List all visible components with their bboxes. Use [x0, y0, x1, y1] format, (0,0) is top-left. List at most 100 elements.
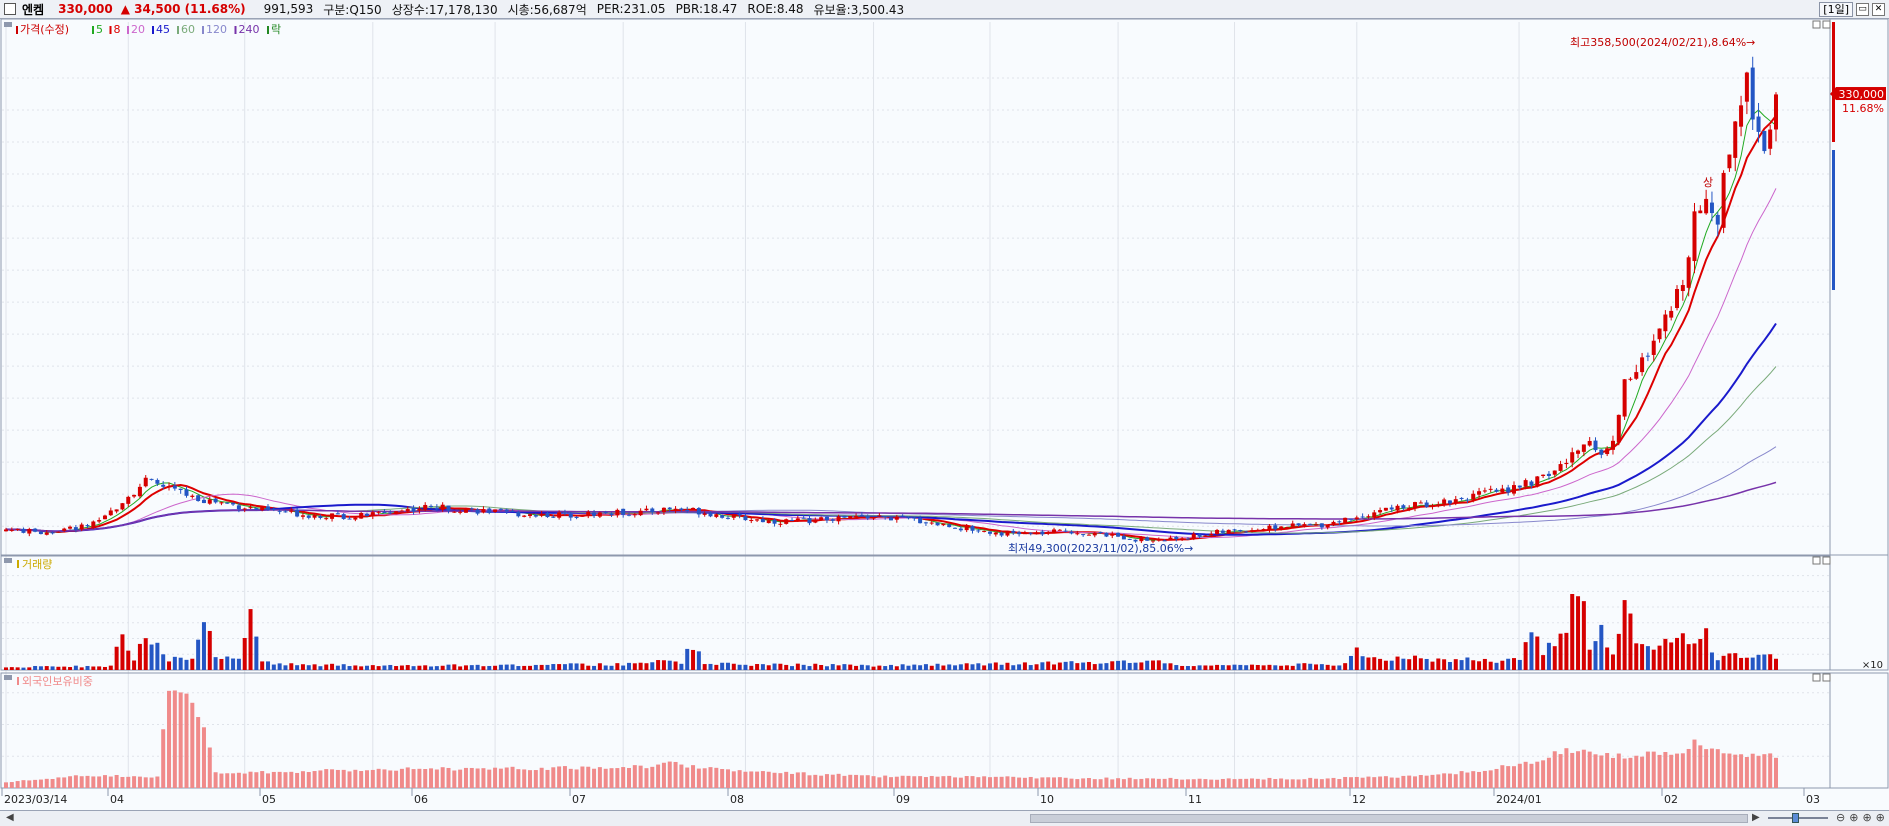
- x-axis-label: 08: [730, 793, 744, 806]
- foreign-ratio-bar: [883, 775, 888, 788]
- volume-bar: [539, 664, 544, 670]
- candle-body: [1185, 538, 1190, 540]
- scroll-right-icon[interactable]: ▶: [1752, 812, 1760, 823]
- volume-bar: [91, 666, 96, 670]
- candle-body: [1628, 378, 1633, 380]
- foreign-ratio-bar: [44, 778, 49, 788]
- stock-name: 엔켐: [22, 2, 45, 17]
- foreign-ratio-bar: [982, 776, 987, 788]
- zoom-knob[interactable]: [1792, 813, 1799, 823]
- foreign-ratio-bar: [1302, 779, 1307, 788]
- volume-bar: [335, 665, 340, 670]
- foreign-ratio-bar: [1110, 779, 1115, 788]
- volume-bar: [1500, 660, 1505, 670]
- zoom-slider[interactable]: [1768, 813, 1830, 823]
- foreign-ratio-bar: [737, 770, 742, 788]
- zoom-out-icon[interactable]: ⊖: [1836, 811, 1845, 824]
- candle-body: [306, 515, 311, 518]
- volume-bar: [1378, 658, 1383, 670]
- volume-bar: [755, 664, 760, 670]
- volume-bar: [1692, 643, 1697, 670]
- legend-swatch: [16, 26, 18, 34]
- legend-swatch: [267, 26, 269, 34]
- volume-bar: [1634, 643, 1639, 670]
- volume-bar: [568, 663, 573, 670]
- candle-body: [1587, 440, 1592, 446]
- candle-body: [399, 510, 404, 512]
- zoom-reset-icon[interactable]: ⊕: [1876, 811, 1885, 824]
- foreign-ratio-bar: [417, 768, 422, 788]
- candle-body: [1401, 505, 1406, 509]
- volume-bar: [73, 665, 78, 670]
- foreign-ratio-bar: [1319, 779, 1324, 788]
- volume-bar: [1168, 663, 1173, 670]
- candle-body: [859, 515, 864, 517]
- candle-body: [766, 520, 771, 524]
- foreign-ratio-bar: [580, 766, 585, 788]
- volume-bar: [1389, 660, 1394, 670]
- volume-bar: [987, 663, 992, 670]
- header-checkbox[interactable]: [4, 3, 16, 15]
- volume-bar: [1715, 660, 1720, 670]
- volume-bar: [714, 664, 719, 670]
- volume-bar: [1360, 656, 1365, 670]
- foreign-ratio-bar: [97, 776, 102, 788]
- pane-maximize-icon: [1812, 673, 1821, 682]
- volume-bar: [941, 665, 946, 670]
- zoom-fit-icon[interactable]: ⊕: [1862, 811, 1871, 824]
- candle-body: [1017, 532, 1022, 535]
- foreign-ratio-bar: [324, 769, 329, 788]
- volume-bar: [1680, 633, 1685, 670]
- candle-body: [1605, 448, 1610, 455]
- candle-body: [1063, 530, 1068, 532]
- pbr-value: PBR:18.47: [675, 2, 738, 16]
- foreign-ratio-bar: [1360, 777, 1365, 788]
- foreign-ratio-bar: [1564, 748, 1569, 788]
- foreign-ratio-bar: [1401, 775, 1406, 788]
- foreign-ratio-bar: [1121, 779, 1126, 788]
- foreign-ratio-bar: [429, 768, 434, 788]
- foreign-ratio-bar: [1686, 748, 1691, 788]
- scroll-thumb[interactable]: [1030, 814, 1748, 823]
- volume-bar: [498, 664, 503, 670]
- restore-icon[interactable]: ▭: [1856, 3, 1869, 16]
- volume-bar: [300, 664, 305, 670]
- candle-body: [900, 515, 905, 517]
- candle-body: [778, 523, 783, 525]
- close-icon[interactable]: ✕: [1872, 3, 1885, 16]
- candle-body: [1319, 523, 1324, 528]
- scroll-left-icon[interactable]: ◀: [6, 812, 14, 823]
- candle-body: [1675, 289, 1680, 309]
- foreign-ratio-bar: [1139, 778, 1144, 788]
- foreign-ratio-bar: [1413, 776, 1418, 788]
- candle-body: [1704, 198, 1709, 214]
- candle-body: [1034, 532, 1039, 535]
- foreign-ratio-bar: [1709, 748, 1714, 788]
- volume-bar: [1739, 657, 1744, 670]
- candle-body: [1640, 357, 1645, 373]
- chart-canvas[interactable]: 가격(수정) 5 8 20 45 60 120 240 락거래량외국인보유비중 최고358,500…: [0, 19, 1889, 811]
- period-button[interactable]: [1일]: [1819, 2, 1853, 17]
- volume-bar: [440, 665, 445, 670]
- pane-menu-icon: [4, 675, 12, 680]
- high-annotation: 최고358,500(2024/02/21),8.64%→: [1570, 36, 1755, 49]
- volume-bar: [1005, 662, 1010, 670]
- volume-bar: [1669, 642, 1674, 670]
- zoom-in-icon[interactable]: ⊕: [1849, 811, 1858, 824]
- candle-body: [85, 525, 90, 527]
- volume-bar: [848, 664, 853, 670]
- foreign-ratio-bar: [801, 772, 806, 788]
- candle-body: [889, 517, 893, 521]
- candle-body: [1098, 531, 1103, 533]
- foreign-ratio-bar: [370, 769, 375, 788]
- candle-body: [1244, 531, 1249, 533]
- volume-bar: [364, 665, 369, 670]
- volume-bar: [1529, 632, 1534, 670]
- volume-bar: [638, 662, 643, 670]
- foreign-ratio-bar: [1215, 779, 1220, 788]
- volume-bar: [1180, 665, 1185, 670]
- foreign-ratio-bar: [830, 774, 835, 788]
- candle: [120, 502, 125, 511]
- bottom-scrollbar[interactable]: ◀ ▶ ⊖ ⊕ ⊕ ⊕: [0, 810, 1889, 826]
- candle-body: [364, 513, 369, 517]
